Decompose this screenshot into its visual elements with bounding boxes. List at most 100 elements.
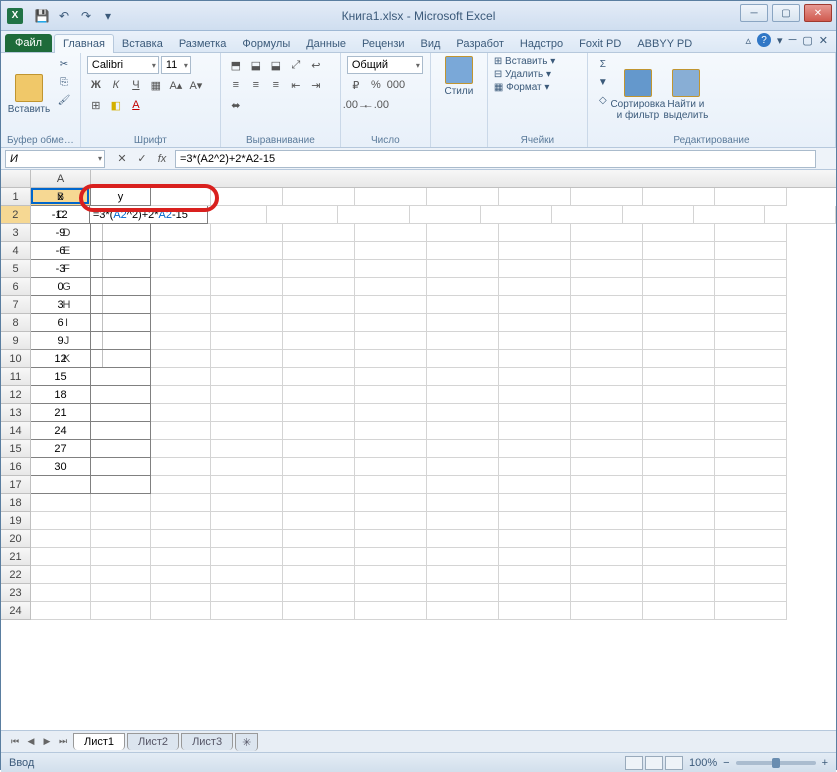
- row-header[interactable]: 8: [1, 314, 31, 332]
- cell[interactable]: [643, 458, 715, 476]
- cell[interactable]: [151, 278, 211, 296]
- normal-view-button[interactable]: [625, 756, 643, 770]
- cell[interactable]: [283, 350, 355, 368]
- cell[interactable]: [571, 458, 643, 476]
- row-header[interactable]: 20: [1, 530, 31, 548]
- decrease-font-icon[interactable]: A▾: [187, 76, 205, 94]
- clear-icon[interactable]: ◇: [594, 92, 612, 108]
- cell[interactable]: [499, 422, 571, 440]
- sheet-tab[interactable]: Лист1: [73, 733, 125, 750]
- cell[interactable]: [427, 602, 499, 620]
- align-left-icon[interactable]: ≡: [227, 76, 245, 94]
- cell[interactable]: [427, 512, 499, 530]
- cell[interactable]: [571, 566, 643, 584]
- cell[interactable]: [91, 242, 151, 260]
- row-header[interactable]: 11: [1, 368, 31, 386]
- align-center-icon[interactable]: ≡: [247, 76, 265, 94]
- cell[interactable]: [499, 386, 571, 404]
- fx-button[interactable]: fx: [153, 150, 171, 168]
- row-header[interactable]: 4: [1, 242, 31, 260]
- cell[interactable]: [211, 296, 283, 314]
- number-format-combo[interactable]: Общий: [347, 56, 423, 74]
- decrease-indent-icon[interactable]: ⇤: [287, 76, 305, 94]
- insert-cells-button[interactable]: ⊞ Вставить ▾: [494, 56, 581, 67]
- cell[interactable]: [355, 494, 427, 512]
- paste-button[interactable]: Вставить: [7, 56, 51, 133]
- cell[interactable]: [151, 224, 211, 242]
- cell[interactable]: [211, 476, 283, 494]
- cell[interactable]: [499, 476, 571, 494]
- ribbon-tab-7[interactable]: Разработ: [448, 35, 511, 53]
- row-header[interactable]: 5: [1, 260, 31, 278]
- cell[interactable]: [211, 548, 283, 566]
- select-all-corner[interactable]: [1, 170, 31, 187]
- cell[interactable]: [643, 584, 715, 602]
- row-header[interactable]: 3: [1, 224, 31, 242]
- cell[interactable]: [499, 278, 571, 296]
- row-header[interactable]: 7: [1, 296, 31, 314]
- cell[interactable]: -12: [31, 206, 90, 224]
- cancel-formula-button[interactable]: ✕: [113, 150, 131, 168]
- cell[interactable]: [31, 548, 91, 566]
- cell[interactable]: [571, 404, 643, 422]
- ribbon-tab-1[interactable]: Вставка: [114, 35, 171, 53]
- cell[interactable]: [427, 566, 499, 584]
- align-bottom-icon[interactable]: ⬓: [267, 56, 285, 74]
- cell[interactable]: [211, 188, 283, 206]
- fill-color-button[interactable]: ◧: [107, 96, 125, 114]
- cell[interactable]: x: [31, 188, 91, 206]
- cell[interactable]: [283, 458, 355, 476]
- cell[interactable]: [571, 314, 643, 332]
- cell[interactable]: 18: [31, 386, 91, 404]
- cell[interactable]: [715, 512, 787, 530]
- cell[interactable]: [91, 350, 151, 368]
- cell[interactable]: [211, 224, 283, 242]
- cell[interactable]: [211, 458, 283, 476]
- cell[interactable]: [211, 350, 283, 368]
- cell[interactable]: [91, 332, 151, 350]
- name-box[interactable]: И: [5, 150, 105, 168]
- cell[interactable]: [355, 566, 427, 584]
- cell[interactable]: [283, 494, 355, 512]
- first-sheet-button[interactable]: ⏮: [7, 734, 23, 750]
- cell[interactable]: [715, 296, 787, 314]
- cell[interactable]: [427, 314, 499, 332]
- zoom-out-button[interactable]: −: [723, 757, 729, 769]
- row-header[interactable]: 15: [1, 440, 31, 458]
- cell[interactable]: [211, 530, 283, 548]
- cell[interactable]: [499, 512, 571, 530]
- cell[interactable]: [643, 404, 715, 422]
- cell[interactable]: [410, 206, 481, 224]
- sheet-tab[interactable]: Лист3: [181, 733, 233, 750]
- cell[interactable]: [715, 584, 787, 602]
- cell[interactable]: [499, 494, 571, 512]
- cell[interactable]: [427, 188, 499, 206]
- cell[interactable]: [31, 566, 91, 584]
- cell[interactable]: [355, 350, 427, 368]
- cell[interactable]: [355, 278, 427, 296]
- cell[interactable]: [91, 566, 151, 584]
- cell[interactable]: [151, 458, 211, 476]
- cell[interactable]: [151, 476, 211, 494]
- ribbon-options-icon[interactable]: ▾: [777, 34, 783, 47]
- cell[interactable]: [355, 368, 427, 386]
- cell[interactable]: [283, 422, 355, 440]
- font-size-combo[interactable]: 11: [161, 56, 191, 74]
- cell[interactable]: [427, 242, 499, 260]
- cell[interactable]: [571, 350, 643, 368]
- cell[interactable]: [715, 548, 787, 566]
- cell[interactable]: [765, 206, 836, 224]
- row-header[interactable]: 21: [1, 548, 31, 566]
- cell[interactable]: [643, 368, 715, 386]
- cell[interactable]: 27: [31, 440, 91, 458]
- cell[interactable]: [499, 530, 571, 548]
- cell[interactable]: [211, 584, 283, 602]
- cell[interactable]: [31, 512, 91, 530]
- cell[interactable]: 24: [31, 422, 91, 440]
- cell[interactable]: [283, 260, 355, 278]
- cell[interactable]: [211, 566, 283, 584]
- cell[interactable]: [151, 368, 211, 386]
- cell[interactable]: [151, 332, 211, 350]
- cell[interactable]: [715, 458, 787, 476]
- cell[interactable]: [715, 242, 787, 260]
